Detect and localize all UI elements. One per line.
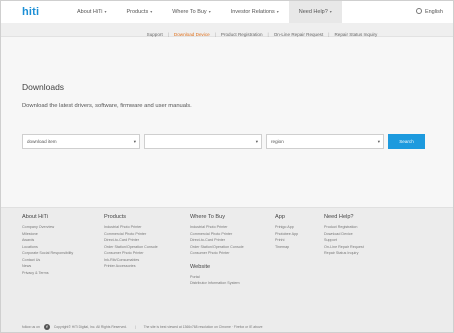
nav-item-label: Investor Relations (230, 9, 275, 15)
footer-bottom-bar: follow us on f Copyright© HiTi Digital, … (1, 322, 453, 332)
nav-item-investor-relations[interactable]: Investor Relations ▾ (221, 1, 289, 23)
nav-item-label: Need Help? (298, 9, 328, 15)
hiti-logo[interactable]: hiti (22, 6, 39, 18)
site-footer: About HiTi Company Overview Milestone Aw… (1, 207, 453, 332)
nav-item-where-to-buy[interactable]: Where To Buy ▾ (162, 1, 220, 23)
select-value: download item (27, 139, 57, 144)
model-select[interactable]: ▾ (144, 134, 262, 149)
footer-divider: | (134, 325, 136, 329)
logo-text: hiti (22, 6, 40, 18)
globe-icon (415, 7, 422, 14)
language-label: English (424, 9, 443, 15)
chevron-down-icon: ▾ (276, 9, 279, 14)
footer-link[interactable]: Tinemap (275, 244, 298, 251)
page-frame: hiti About HiTi ▾ Products ▾ Where To Buy ▾… (0, 0, 454, 333)
chevron-down-icon: ▾ (255, 139, 258, 144)
main-nav: About HiTi ▾ Products ▾ Where To Buy ▾ Inve… (67, 1, 342, 23)
nav-item-label: Products (126, 9, 149, 15)
footer-heading[interactable]: App (275, 214, 298, 220)
follow-us-label: follow us on (22, 325, 40, 329)
chevron-down-icon: ▾ (208, 9, 211, 14)
footer-heading[interactable]: Where To Buy (190, 214, 244, 220)
footer-link[interactable]: Privacy & Terms (22, 270, 73, 277)
nav-item-products[interactable]: Products ▾ (117, 1, 163, 23)
language-switch[interactable]: English (415, 1, 443, 23)
footer-heading[interactable]: Website (190, 264, 244, 270)
footer-link[interactable]: Distributor Information System (190, 280, 244, 287)
nav-item-about[interactable]: About HiTi ▾ (67, 1, 117, 23)
footer-col-where-to-buy: Where To Buy Industrial Photo Printer Co… (190, 214, 244, 287)
footer-link[interactable]: Repair Status Inquiry (324, 250, 364, 257)
browser-notice: The site is best viewed at 1366x768 reso… (143, 325, 263, 329)
download-item-select[interactable]: download item ▾ (22, 134, 140, 149)
region-select[interactable]: region ▾ (266, 134, 384, 149)
page-description: Download the latest drivers, software, f… (22, 103, 192, 109)
page-title: Downloads (22, 82, 65, 92)
footer-heading[interactable]: Need Help? (324, 214, 364, 220)
nav-item-label: About HiTi (77, 9, 103, 15)
copyright-text: Copyright© HiTi Digital, Inc. All Rights… (53, 325, 127, 329)
footer-col-app: App Prinigo App Photobee App Prinhi Tine… (275, 214, 298, 250)
top-navigation-bar: hiti About HiTi ▾ Products ▾ Where To Buy ▾… (1, 1, 453, 24)
footer-col-about: About HiTi Company Overview Milestone Aw… (22, 214, 73, 276)
footer-link[interactable]: Corporate Social Responsibility (22, 250, 73, 257)
search-button[interactable]: Search (388, 134, 425, 149)
facebook-icon[interactable]: f (43, 324, 50, 331)
chevron-down-icon: ▾ (133, 139, 136, 144)
chevron-down-icon: ▾ (104, 9, 107, 14)
nav-item-need-help[interactable]: Need Help? ▾ (288, 1, 342, 23)
footer-heading[interactable]: About HiTi (22, 214, 73, 220)
nav-item-label: Where To Buy (172, 9, 207, 15)
footer-col-products: Products Industrial Photo Printer Commer… (104, 214, 158, 270)
select-value: region (271, 139, 284, 144)
footer-col-need-help: Need Help? Product Registration Download… (324, 214, 364, 257)
chevron-down-icon: ▾ (377, 139, 380, 144)
footer-heading[interactable]: Products (104, 214, 158, 220)
sub-navigation-bar: Support | Download Device | Product Regi… (1, 23, 453, 37)
downloads-panel (1, 37, 453, 207)
chevron-down-icon: ▾ (150, 9, 153, 14)
chevron-down-icon: ▾ (329, 9, 332, 14)
footer-link[interactable]: Consumer Photo Printer (190, 250, 244, 257)
footer-link[interactable]: Printer Accessories (104, 263, 158, 270)
